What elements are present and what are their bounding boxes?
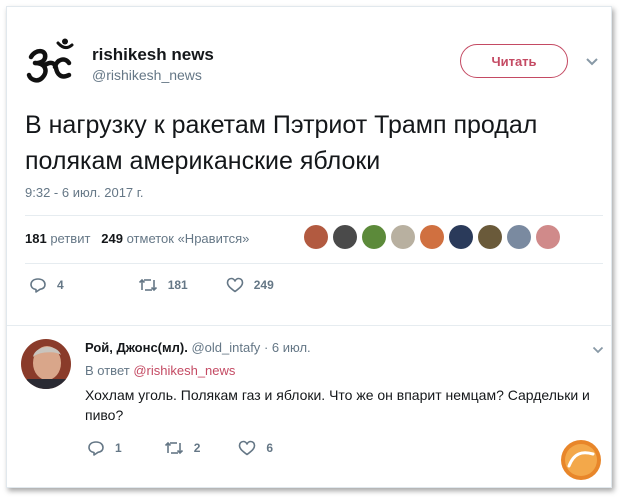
retweets-label[interactable]: ретвит [50,231,90,246]
reply-count: 1 [115,441,122,455]
reply-action[interactable]: 1 [87,440,122,456]
author-name[interactable]: rishikesh news [92,45,214,65]
retweet-action[interactable]: 2 [164,440,201,456]
liker-avatar[interactable] [362,225,386,249]
reply-author-handle[interactable]: @old_intafy [191,340,260,355]
retweet-count: 2 [193,441,201,455]
in-reply-prefix: В ответ [85,363,130,378]
in-reply-to: В ответ @rishikesh_news [85,363,235,378]
like-count: 249 [253,278,274,292]
chevron-down-icon[interactable] [592,346,604,354]
retweet-action[interactable]: 181 [138,277,188,293]
liker-avatar[interactable] [536,225,560,249]
reply-icon [88,441,104,456]
liker-avatar[interactable] [333,225,357,249]
like-count: 6 [266,441,274,455]
like-action[interactable]: 249 [226,277,274,293]
liker-avatar[interactable] [304,225,328,249]
tweet-timestamp[interactable]: 9:32 - 6 июл. 2017 г. [25,185,144,200]
like-icon [239,440,256,456]
liker-avatar[interactable] [391,225,415,249]
reply-icon [30,278,46,293]
om-logo-icon [26,38,74,83]
reply-author-name[interactable]: Рой, Джонс(мл). [85,340,188,355]
liker-avatar[interactable] [449,225,473,249]
reply-actions: 1 2 6 [87,440,311,456]
liker-avatar[interactable] [420,225,444,249]
divider [7,325,611,326]
liker-avatar[interactable] [507,225,531,249]
watermark-logo-icon [561,440,601,480]
reply-header: Рой, Джонс(мл). @old_intafy · 6 июл. [85,340,311,355]
liker-avatars [304,225,560,251]
reply-count: 4 [57,278,64,292]
like-action[interactable]: 6 [238,440,273,456]
reply-text: Хохлам уголь. Полякам газ и яблоки. Что … [85,387,590,423]
divider [25,263,603,264]
tweet-card: rishikesh news @rishikesh_news Читать В … [6,6,612,488]
tweet-text: В нагрузку к ракетам Пэтриот Трамп прода… [25,111,538,175]
retweet-icon [164,441,183,455]
tweet-stats: 181 ретвит 249 отметок «Нравится» [25,231,249,246]
author-handle[interactable]: @rishikesh_news [92,67,202,83]
retweet-icon [138,278,157,292]
liker-avatar[interactable] [478,225,502,249]
avatar-image [21,339,71,389]
like-icon [226,277,244,293]
reply-action[interactable]: 4 [29,277,64,293]
chevron-down-icon[interactable] [585,57,599,67]
retweet-count: 181 [167,278,188,292]
tweet-actions: 4 181 249 [29,277,312,293]
avatar[interactable] [21,339,71,389]
likes-label[interactable]: отметок «Нравится» [127,231,250,246]
follow-button[interactable]: Читать [460,44,568,78]
reply-time[interactable]: · 6 июл. [264,340,311,355]
in-reply-to-link[interactable]: @rishikesh_news [133,363,235,378]
divider [25,215,603,216]
retweets-count[interactable]: 181 [25,231,47,246]
likes-count[interactable]: 249 [101,231,123,246]
